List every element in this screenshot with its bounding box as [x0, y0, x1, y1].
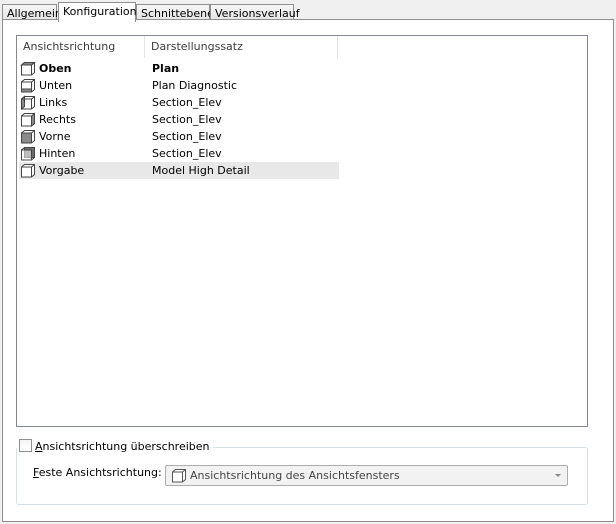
list-item-rechts[interactable]: Rechts Section_Elev — [19, 111, 339, 128]
column-header-ansichtsrichtung[interactable]: Ansichtsrichtung — [17, 36, 145, 58]
list-item-hinten[interactable]: Hinten Section_Elev — [19, 145, 339, 162]
list-item-links[interactable]: Links Section_Elev — [19, 94, 339, 111]
list-item-vorne[interactable]: Vorne Section_Elev — [19, 128, 339, 145]
view-direction-cell: Vorne — [39, 130, 71, 143]
list-item-oben[interactable]: Oben Plan — [19, 60, 339, 77]
tab-konfiguration[interactable]: Konfiguration — [58, 2, 137, 22]
override-checkbox-box[interactable] — [19, 439, 32, 452]
list-header: Ansichtsrichtung Darstellungssatz — [17, 36, 587, 58]
fixed-direction-value: Ansichtsrichtung des Ansichtsfensters — [190, 469, 400, 482]
view-direction-cell: Unten — [39, 79, 73, 92]
cube-bottom-icon — [21, 79, 35, 93]
view-direction-cell: Links — [39, 96, 68, 109]
override-checkbox-mnemonic: A — [35, 440, 43, 453]
display-set-cell: Section_Elev — [152, 130, 222, 143]
override-checkbox-label: nsichtsrichtung überschreiben — [42, 440, 210, 453]
list-item-vorgabe[interactable]: Vorgabe Model High Detail — [19, 162, 339, 179]
fixed-direction-dropdown[interactable]: Ansichtsrichtung des Ansichtsfensters — [165, 465, 568, 486]
cube-front-icon — [21, 130, 35, 144]
display-set-cell: Section_Elev — [152, 147, 222, 160]
cube-top-icon — [20, 62, 36, 76]
view-direction-cell: Oben — [39, 62, 72, 75]
display-set-cell: Section_Elev — [152, 113, 222, 126]
cube-right-icon — [21, 112, 35, 127]
view-direction-cell: Vorgabe — [39, 164, 85, 177]
display-set-cell: Plan — [152, 62, 180, 75]
view-direction-cell: Hinten — [39, 147, 76, 160]
display-set-cell: Model High Detail — [152, 164, 250, 177]
column-header-darstellungssatz[interactable]: Darstellungssatz — [145, 36, 338, 58]
cube-icon — [172, 469, 186, 483]
fixed-direction-label: Feste Ansichtsrichtung: — [33, 466, 162, 479]
override-checkbox[interactable]: Ansichtsrichtung überschreiben — [17, 439, 213, 455]
chevron-down-icon — [555, 474, 561, 477]
view-direction-list[interactable]: Ansichtsrichtung Darstellungssatz Oben Pl… — [16, 35, 588, 427]
tab-strip: Allgemein Konfiguration Schnittebene Ver… — [2, 2, 614, 22]
cube-back-icon — [21, 147, 35, 161]
cube-left-icon — [21, 95, 35, 110]
display-set-cell: Plan Diagnostic — [152, 79, 237, 92]
tab-panel-konfiguration: Ansichtsrichtung Darstellungssatz Oben Pl… — [2, 19, 614, 522]
display-set-cell: Section_Elev — [152, 96, 222, 109]
cube-default-icon — [21, 164, 35, 178]
view-direction-cell: Rechts — [39, 113, 76, 126]
fixed-direction-label-text: este Ansichtsrichtung: — [38, 466, 162, 479]
list-item-unten[interactable]: Unten Plan Diagnostic — [19, 77, 339, 94]
